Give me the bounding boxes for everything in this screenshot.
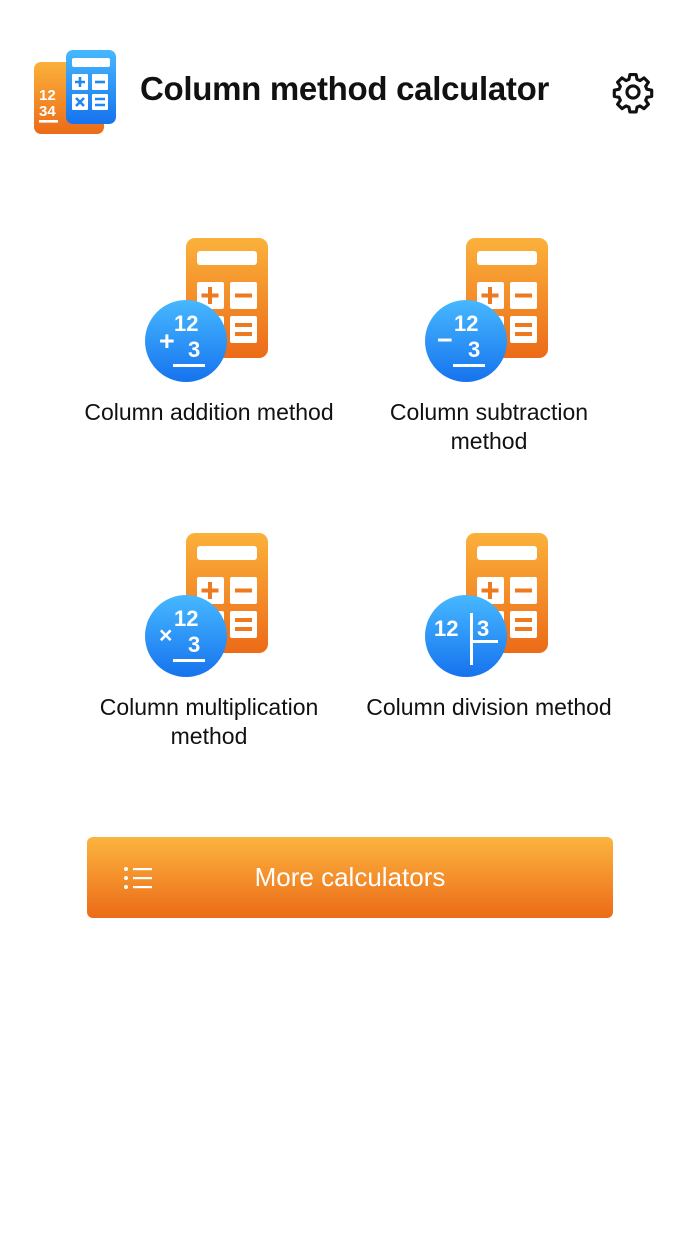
svg-text:3: 3 (477, 616, 489, 641)
svg-text:−: − (437, 325, 453, 355)
page-title: Column method calculator (140, 70, 550, 107)
svg-text:+: + (159, 326, 175, 356)
svg-text:3: 3 (188, 337, 200, 362)
app-header: 12 34 Column method calculator (0, 0, 700, 190)
column-division-label: Column division method (366, 694, 612, 720)
svg-text:3: 3 (188, 632, 200, 657)
column-addition-label: Column addition method (84, 399, 334, 425)
gear-icon[interactable] (611, 70, 655, 114)
column-multiplication-label: Column multiplication method (99, 694, 319, 749)
svg-text:3: 3 (468, 337, 480, 362)
column-division-icon: 12 3 (425, 533, 548, 677)
svg-text:12: 12 (174, 606, 198, 631)
column-multiplication-tile[interactable]: × 12 3 Column multiplication method (69, 533, 349, 783)
svg-text:12: 12 (39, 87, 56, 104)
column-subtraction-tile[interactable]: − 12 3 Column subtraction method (349, 238, 629, 488)
column-addition-icon: + 12 3 (145, 238, 268, 382)
column-addition-tile[interactable]: + 12 3 Column addition method (69, 238, 349, 488)
more-calculators-label: More calculators (254, 862, 446, 892)
column-subtraction-label: Column subtraction method (389, 399, 589, 454)
column-division-tile[interactable]: 12 3 Column division method (349, 533, 629, 783)
more-calculators-button[interactable]: More calculators (87, 837, 613, 918)
svg-text:12: 12 (434, 616, 458, 641)
svg-text:×: × (159, 622, 172, 648)
calculator-logo-icon: 12 34 (34, 50, 116, 134)
svg-text:34: 34 (39, 103, 56, 120)
column-subtraction-icon: − 12 3 (425, 238, 548, 382)
column-multiplication-icon: × 12 3 (145, 533, 268, 677)
svg-text:12: 12 (454, 311, 478, 336)
svg-text:12: 12 (174, 311, 198, 336)
